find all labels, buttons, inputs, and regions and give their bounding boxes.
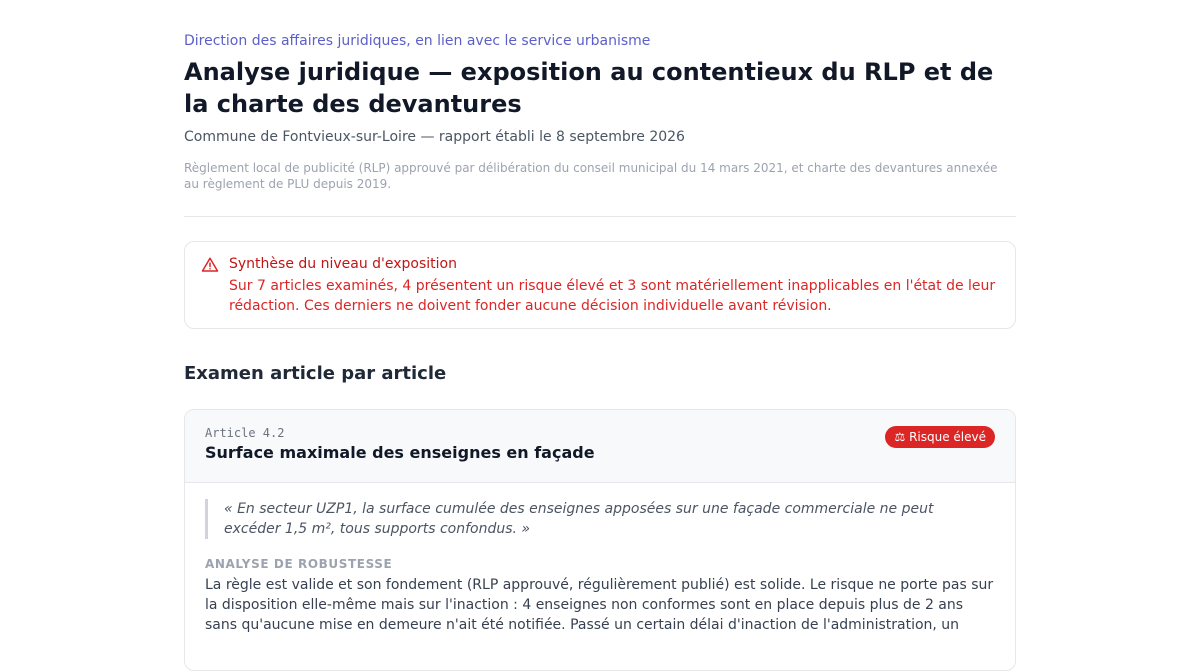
analysis-label: ANALYSE DE ROBUSTESSE [205, 557, 393, 571]
risk-badge-label: Risque élevé [909, 430, 986, 444]
header-divider [184, 216, 1016, 217]
scales-icon: ⚖ [894, 430, 906, 444]
risk-badge: ⚖ Risque élevé [885, 426, 995, 448]
page-title: Analyse juridique — exposition au conten… [184, 58, 994, 118]
alert-title: Synthèse du niveau d'exposition [229, 256, 457, 272]
report-subtitle: Commune de Fontvieux-sur-Loire — rapport… [184, 129, 685, 145]
article-quote: « En secteur UZP1, la surface cumulée de… [205, 499, 992, 539]
department-line: Direction des affaires juridiques, en li… [184, 33, 651, 49]
article-number: Article 4.2 [205, 426, 285, 440]
article-card-header: Article 4.2 Surface maximale des enseign… [185, 410, 1015, 483]
section-title: Examen article par article [184, 363, 447, 384]
article-title: Surface maximale des enseignes en façade [205, 443, 595, 462]
article-card: Article 4.2 Surface maximale des enseign… [184, 409, 1016, 671]
analysis-text: La règle est valide et son fondement (RL… [205, 577, 994, 633]
warning-triangle-icon [201, 256, 219, 274]
exposure-summary-alert: Synthèse du niveau d'exposition Sur 7 ar… [184, 241, 1016, 329]
context-note: Règlement local de publicité (RLP) appro… [184, 161, 998, 191]
alert-text: Sur 7 articles examinés, 4 présentent un… [229, 278, 996, 314]
